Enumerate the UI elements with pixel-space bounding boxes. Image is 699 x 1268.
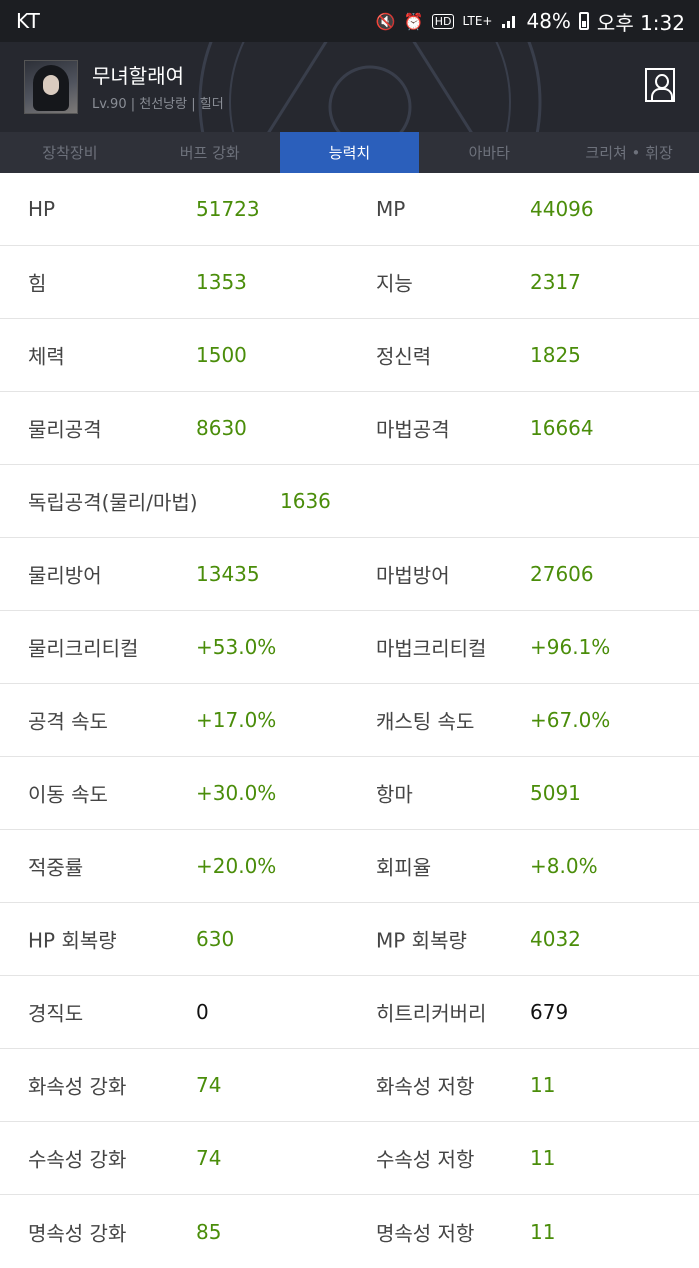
hd-voice-icon: HD	[431, 13, 455, 29]
stat-label: 수속성 강화	[28, 1147, 127, 1172]
stat-label: 히트리커버리	[376, 1001, 487, 1026]
stat-row: 물리크리티컬 +53.0% 마법크리티컬 +96.1%	[0, 611, 699, 684]
stat-value: 13435	[196, 562, 260, 586]
stat-label: 화속성 저항	[376, 1074, 475, 1099]
tab-avatar[interactable]: 아바타	[419, 132, 559, 173]
stat-label: 화속성 강화	[28, 1074, 127, 1099]
stat-value: 1825	[530, 343, 581, 367]
stat-value: 1636	[280, 489, 331, 513]
mute-icon: 🔇	[375, 11, 396, 31]
stat-value: 679	[530, 1000, 569, 1024]
clock: 오후 1:32	[596, 10, 685, 35]
stat-value: 4032	[530, 927, 581, 951]
tab-bar: 장착장비 버프 강화 능력치 아바타 크리쳐 • 휘장	[0, 132, 699, 173]
stat-row: 물리방어 13435 마법방어 27606	[0, 538, 699, 611]
stat-value: 1500	[196, 343, 247, 367]
battery-percent: 48%	[526, 9, 571, 33]
stat-value: +30.0%	[196, 781, 277, 805]
stat-label: 마법크리티컬	[376, 636, 487, 661]
stat-row: 체력 1500 정신력 1825	[0, 319, 699, 392]
stat-value: +20.0%	[196, 854, 277, 878]
stat-label: 마법방어	[376, 563, 450, 588]
stat-label: 힘	[28, 271, 47, 296]
stat-value: +17.0%	[196, 708, 277, 732]
stat-value: 630	[196, 927, 235, 951]
stat-value: 27606	[530, 562, 594, 586]
carrier-label: KT	[16, 9, 40, 33]
signal-icon	[502, 16, 516, 28]
stat-label: 물리방어	[28, 563, 102, 588]
stat-label: 명속성 저항	[376, 1221, 475, 1245]
character-name: 무녀할래여	[92, 63, 184, 88]
stat-label: 캐스팅 속도	[376, 709, 475, 734]
stat-row: 힘 1353 지능 2317	[0, 246, 699, 319]
stat-value: 0	[196, 1000, 209, 1024]
stat-value: +96.1%	[530, 635, 611, 659]
stat-value: 11	[530, 1073, 556, 1097]
stats-table: HP 51723 MP 44096 힘 1353 지능 2317 체력 1500…	[0, 173, 699, 1268]
character-header: 무녀할래여 Lv.90 | 천선낭랑 | 힐더	[0, 42, 699, 132]
stat-row: 수속성 강화 74 수속성 저항 11	[0, 1122, 699, 1195]
tab-creature-emblem[interactable]: 크리쳐 • 휘장	[559, 132, 699, 173]
stat-label: 항마	[376, 782, 413, 807]
stat-label: 체력	[28, 344, 65, 369]
stat-value: 5091	[530, 781, 581, 805]
stat-value: 16664	[530, 416, 594, 440]
stat-label: 마법공격	[376, 417, 450, 442]
stat-value: 85	[196, 1219, 222, 1244]
stat-label: HP 회복량	[28, 928, 117, 953]
character-info: Lv.90 | 천선낭랑 | 힐더	[92, 96, 224, 112]
stat-value: 74	[196, 1146, 222, 1170]
stat-row: HP 회복량 630 MP 회복량 4032	[0, 903, 699, 976]
avatar	[24, 60, 78, 114]
stat-row: 물리공격 8630 마법공격 16664	[0, 392, 699, 465]
stat-label: MP	[376, 197, 406, 221]
stat-label: HP	[28, 197, 56, 221]
stat-value: +67.0%	[530, 708, 611, 732]
stat-value: 8630	[196, 416, 247, 440]
tab-equipment[interactable]: 장착장비	[0, 132, 140, 173]
profile-icon-button[interactable]	[645, 68, 675, 102]
status-icons: 🔇 ⏰ HD LTE+ 48% 오후 1:32	[376, 7, 685, 36]
tab-stats[interactable]: 능력치	[279, 132, 420, 173]
stat-value: +53.0%	[196, 635, 277, 659]
stat-label: 수속성 저항	[376, 1147, 475, 1172]
stat-label: 적중률	[28, 855, 84, 880]
stat-label: 독립공격(물리/마법)	[28, 490, 198, 515]
stat-value: 51723	[196, 197, 260, 221]
stat-label: 회피율	[376, 855, 432, 880]
stat-row: 공격 속도 +17.0% 캐스팅 속도 +67.0%	[0, 684, 699, 757]
stat-label: 공격 속도	[28, 709, 108, 734]
stat-value: +8.0%	[530, 854, 598, 878]
stat-row: HP 51723 MP 44096	[0, 173, 699, 246]
stat-value: 1353	[196, 270, 247, 294]
stat-label: 명속성 강화	[28, 1221, 127, 1245]
profile-text: 무녀할래여 Lv.90 | 천선낭랑 | 힐더	[92, 63, 224, 112]
alarm-icon: ⏰	[403, 11, 424, 31]
stat-value: 2317	[530, 270, 581, 294]
stat-row: 적중률 +20.0% 회피율 +8.0%	[0, 830, 699, 903]
stat-row: 경직도 0 히트리커버리 679	[0, 976, 699, 1049]
stat-value: 74	[196, 1073, 222, 1097]
network-label: LTE+	[462, 14, 493, 28]
stat-row: 이동 속도 +30.0% 항마 5091	[0, 757, 699, 830]
tab-buff-enhance[interactable]: 버프 강화	[140, 132, 280, 173]
stat-label: MP 회복량	[376, 928, 467, 953]
stat-label: 지능	[376, 271, 413, 296]
stat-label: 정신력	[376, 344, 432, 369]
stat-row: 화속성 강화 74 화속성 저항 11	[0, 1049, 699, 1122]
stat-row-wide: 독립공격(물리/마법) 1636	[0, 465, 699, 538]
stat-value: 11	[530, 1146, 556, 1170]
stat-label: 물리공격	[28, 417, 102, 442]
stat-label: 이동 속도	[28, 782, 108, 807]
stat-label: 물리크리티컬	[28, 636, 139, 661]
stat-value: 11	[530, 1219, 556, 1244]
stat-row: 명속성 강화 85 명속성 저항 11	[0, 1195, 699, 1268]
battery-icon	[578, 12, 589, 30]
status-bar: KT 🔇 ⏰ HD LTE+ 48% 오후 1:32	[0, 0, 699, 42]
stat-label: 경직도	[28, 1001, 84, 1026]
stat-value: 44096	[530, 197, 594, 221]
